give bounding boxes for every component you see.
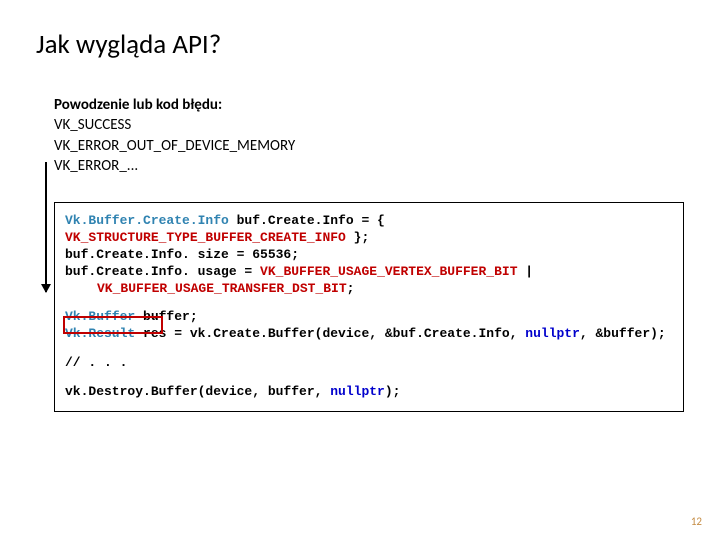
explanation-block: Powodzenie lub kod błędu: VK_SUCCESS VK_… — [54, 95, 684, 176]
code-line: buf.Create.Info. size = 65536; — [65, 247, 673, 264]
code-text: buffer; — [135, 309, 197, 324]
slide-title: Jak wygląda API? — [36, 28, 684, 61]
code-text: ); — [385, 384, 401, 399]
code-text: res = vk.Create.Buffer(device, &buf.Crea… — [135, 326, 525, 341]
code-text: }; — [346, 230, 369, 245]
code-text: buf.Create.Info. usage = — [65, 264, 260, 279]
page-number: 12 — [691, 515, 702, 528]
code-type: Vk.Buffer — [65, 309, 135, 324]
explain-heading: Powodzenie lub kod błędu: — [54, 96, 222, 114]
code-text: , &buffer); — [580, 326, 666, 341]
code-literal: VK_STRUCTURE_TYPE_BUFFER_CREATE_INFO — [65, 230, 346, 245]
code-type: Vk.Result — [65, 326, 135, 341]
code-text: | — [518, 264, 534, 279]
code-keyword: nullptr — [330, 384, 385, 399]
code-text: vk.Destroy.Buffer(device, buffer, — [65, 384, 330, 399]
code-literal: VK_BUFFER_USAGE_TRANSFER_DST_BIT — [97, 281, 347, 296]
explain-line4: VK_ERROR_... — [54, 157, 138, 175]
arrow-icon — [45, 162, 47, 292]
code-text: buf.Create.Info = { — [229, 213, 385, 228]
code-keyword: nullptr — [525, 326, 580, 341]
code-text: ; — [347, 281, 355, 296]
explain-line3: VK_ERROR_OUT_OF_DEVICE_MEMORY — [54, 137, 295, 155]
explain-line2: VK_SUCCESS — [54, 116, 131, 134]
code-block: Vk.Buffer.Create.Info buf.Create.Info = … — [54, 202, 684, 412]
code-type: Vk.Buffer.Create.Info — [65, 213, 229, 228]
code-literal: VK_BUFFER_USAGE_VERTEX_BUFFER_BIT — [260, 264, 517, 279]
code-comment: // . . . — [65, 355, 673, 372]
